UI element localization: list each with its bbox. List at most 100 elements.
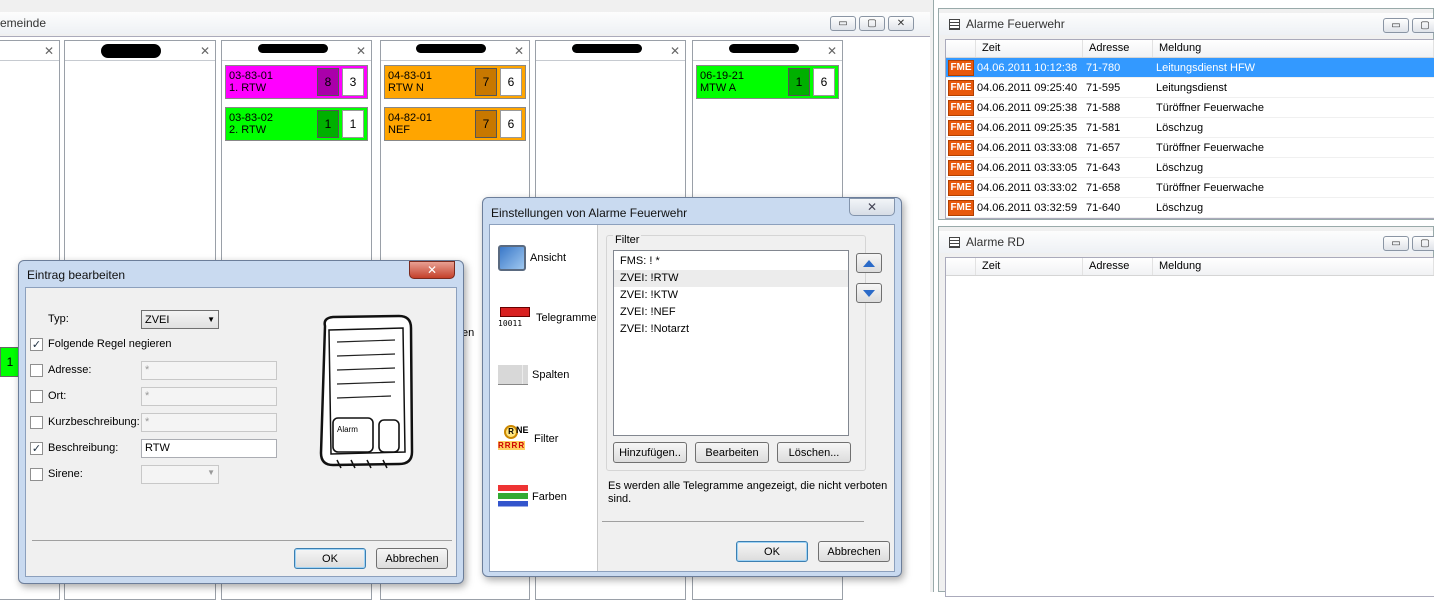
filter-item[interactable]: ZVEI: !Notarzt bbox=[614, 321, 848, 338]
fw-minimize-button[interactable]: ▭ bbox=[1383, 18, 1409, 33]
cell-meldung: Türöffner Feuerwache bbox=[1156, 101, 1265, 114]
cell-zeit: 04.06.2011 03:33:08 bbox=[977, 141, 1078, 154]
col-header-zeit[interactable]: Zeit bbox=[976, 258, 1083, 275]
edit-dialog-body: Typ: ZVEI ▼ ✓ Folgende Regel negieren Ad… bbox=[25, 287, 457, 577]
col-header-zeit[interactable]: Zeit bbox=[976, 40, 1083, 57]
settings-cancel-button[interactable]: Abbrechen bbox=[818, 541, 890, 562]
filter-icon: R NE RRRR bbox=[498, 425, 530, 453]
col-header-meldung[interactable]: Meldung bbox=[1153, 40, 1434, 57]
field-input[interactable]: * bbox=[141, 413, 277, 432]
filter-group-label: Filter bbox=[613, 234, 642, 246]
field-label: Sirene: bbox=[48, 468, 83, 480]
nav-spalten[interactable]: Spalten bbox=[498, 365, 569, 385]
nav-filter[interactable]: R NE RRRR Filter bbox=[498, 425, 558, 453]
minimize-icon: ▭ bbox=[1391, 238, 1401, 249]
unit-card[interactable]: 04-82-01 NEF 7 6 bbox=[384, 107, 526, 141]
settings-dialog: Einstellungen von Alarme Feuerwehr ✕ Ans… bbox=[482, 197, 902, 577]
move-down-button[interactable] bbox=[856, 283, 882, 303]
typ-select[interactable]: ZVEI ▼ bbox=[141, 310, 219, 329]
table-row[interactable]: FME 04.06.2011 09:25:35 71-581 Löschzug bbox=[946, 118, 1434, 138]
negate-checkbox[interactable]: ✓ bbox=[30, 338, 43, 351]
minimize-icon: ▭ bbox=[838, 18, 848, 29]
unit-card[interactable]: 04-83-01 RTW N76 bbox=[384, 65, 526, 99]
close-column-icon[interactable]: ✕ bbox=[200, 44, 210, 58]
table-row[interactable]: FME 04.06.2011 09:25:38 71-588 Türöffner Fe… bbox=[946, 98, 1434, 118]
edit-button[interactable]: Bearbeiten bbox=[695, 442, 769, 463]
fw-restore-button[interactable]: ▢ bbox=[1412, 18, 1434, 33]
close-column-icon[interactable]: ✕ bbox=[827, 44, 837, 58]
nav-ansicht[interactable]: Ansicht bbox=[498, 245, 566, 271]
fme-badge: FME bbox=[948, 199, 974, 216]
separator bbox=[32, 540, 452, 541]
count-badge: 6 bbox=[813, 68, 835, 96]
filter-listbox[interactable]: FMS: ! * ZVEI: !RTW ZVEI: !KTW ZVEI: !NEF ZV… bbox=[613, 250, 849, 436]
restore-button[interactable]: ▢ bbox=[859, 16, 885, 31]
table-row[interactable]: FME 04.06.2011 03:33:08 71-657 Türöffner Fe… bbox=[946, 138, 1434, 158]
redaction-mark bbox=[416, 44, 486, 53]
edit-dialog-close-button[interactable]: ✕ bbox=[409, 261, 455, 279]
filter-item[interactable]: FMS: ! * bbox=[614, 253, 848, 270]
nav-farben-label: Farben bbox=[532, 491, 567, 503]
left-pane-title-text: emeinde bbox=[0, 16, 47, 30]
filter-info-text: Es werden alle Telegramme angezeigt, die… bbox=[608, 480, 888, 505]
rd-minimize-button[interactable]: ▭ bbox=[1383, 236, 1409, 251]
filter-item[interactable]: ZVEI: !NEF bbox=[614, 304, 848, 321]
add-button[interactable]: Hinzufügen.. bbox=[613, 442, 687, 463]
close-button[interactable]: ✕ bbox=[888, 16, 914, 31]
close-column-icon[interactable]: ✕ bbox=[514, 44, 524, 58]
table-row[interactable]: FME 04.06.2011 09:25:40 71-595 Leitungsdien… bbox=[946, 78, 1434, 98]
ok-button[interactable]: OK bbox=[294, 548, 366, 569]
table-row[interactable]: FME 04.06.2011 03:33:02 71-658 Türöffner Fe… bbox=[946, 178, 1434, 198]
field-checkbox[interactable] bbox=[30, 390, 43, 403]
field-input[interactable]: RTW bbox=[141, 439, 277, 458]
table-header: Zeit Adresse Meldung bbox=[946, 258, 1434, 276]
unit-name: MTW A bbox=[700, 82, 737, 94]
filter-item[interactable]: ZVEI: !RTW bbox=[614, 270, 848, 287]
table-row[interactable]: FME 04.06.2011 03:32:59 71-640 Löschzug bbox=[946, 198, 1434, 218]
nav-telegramme[interactable]: 10011 Telegramme bbox=[498, 305, 597, 331]
fme-badge: FME bbox=[948, 139, 974, 156]
field-input[interactable]: * bbox=[141, 361, 277, 380]
col-header-adresse[interactable]: Adresse bbox=[1083, 40, 1153, 57]
table-row[interactable]: FME 04.06.2011 03:33:05 71-643 Löschzug bbox=[946, 158, 1434, 178]
unit-id: 06-19-21 bbox=[700, 70, 745, 82]
delete-button[interactable]: Löschen... bbox=[777, 442, 851, 463]
close-column-icon[interactable]: ✕ bbox=[670, 44, 680, 58]
sirene-select[interactable]: ▼ bbox=[141, 465, 219, 484]
unit-card-text: 06-19-21 MTW A bbox=[697, 70, 788, 94]
edit-dialog-title: Eintrag bearbeiten bbox=[27, 268, 126, 282]
cell-meldung: Löschzug bbox=[1156, 121, 1204, 134]
table-row[interactable]: FME 04.06.2011 10:12:38 71-780 Leitungsdien… bbox=[946, 58, 1434, 78]
col-header-meldung[interactable]: Meldung bbox=[1153, 258, 1434, 275]
rd-restore-button[interactable]: ▢ bbox=[1412, 236, 1434, 251]
pager-illustration bbox=[319, 314, 414, 469]
close-column-icon[interactable]: ✕ bbox=[44, 44, 54, 58]
field-checkbox[interactable] bbox=[30, 468, 43, 481]
nav-spalten-label: Spalten bbox=[532, 369, 570, 381]
move-up-button[interactable] bbox=[856, 253, 882, 273]
close-icon: ✕ bbox=[896, 18, 906, 29]
column-header: ✕ bbox=[222, 41, 371, 61]
unit-card[interactable]: 03-83-01 1. RTW 8 3 bbox=[225, 65, 368, 99]
minimize-button[interactable]: ▭ bbox=[830, 16, 856, 31]
col-header-adresse[interactable]: Adresse bbox=[1083, 258, 1153, 275]
cell-meldung: Löschzug bbox=[1156, 201, 1204, 214]
cancel-button[interactable]: Abbrechen bbox=[376, 548, 448, 569]
settings-dialog-close-button[interactable]: ✕ bbox=[849, 198, 895, 216]
field-checkbox[interactable] bbox=[30, 416, 43, 429]
status-badge: 7 bbox=[475, 68, 497, 96]
filter-item[interactable]: ZVEI: !KTW bbox=[614, 287, 848, 304]
field-checkbox[interactable]: ✓ bbox=[30, 442, 43, 455]
nav-farben[interactable]: Farben bbox=[498, 485, 567, 509]
field-input[interactable]: * bbox=[141, 387, 277, 406]
column-header: ✕ bbox=[0, 41, 59, 61]
unit-card[interactable]: 06-19-21 MTW A16 bbox=[696, 65, 839, 99]
settings-ok-button[interactable]: OK bbox=[736, 541, 808, 562]
close-column-icon[interactable]: ✕ bbox=[356, 44, 366, 58]
unit-card[interactable]: 03-83-02 2. RTW 1 1 bbox=[225, 107, 368, 141]
count-badge: 6 bbox=[500, 110, 522, 138]
list-icon bbox=[949, 236, 960, 248]
field-checkbox[interactable] bbox=[30, 364, 43, 377]
filter-icon-letters: RRRR bbox=[498, 441, 526, 450]
cell-adresse: 71-643 bbox=[1086, 161, 1121, 174]
